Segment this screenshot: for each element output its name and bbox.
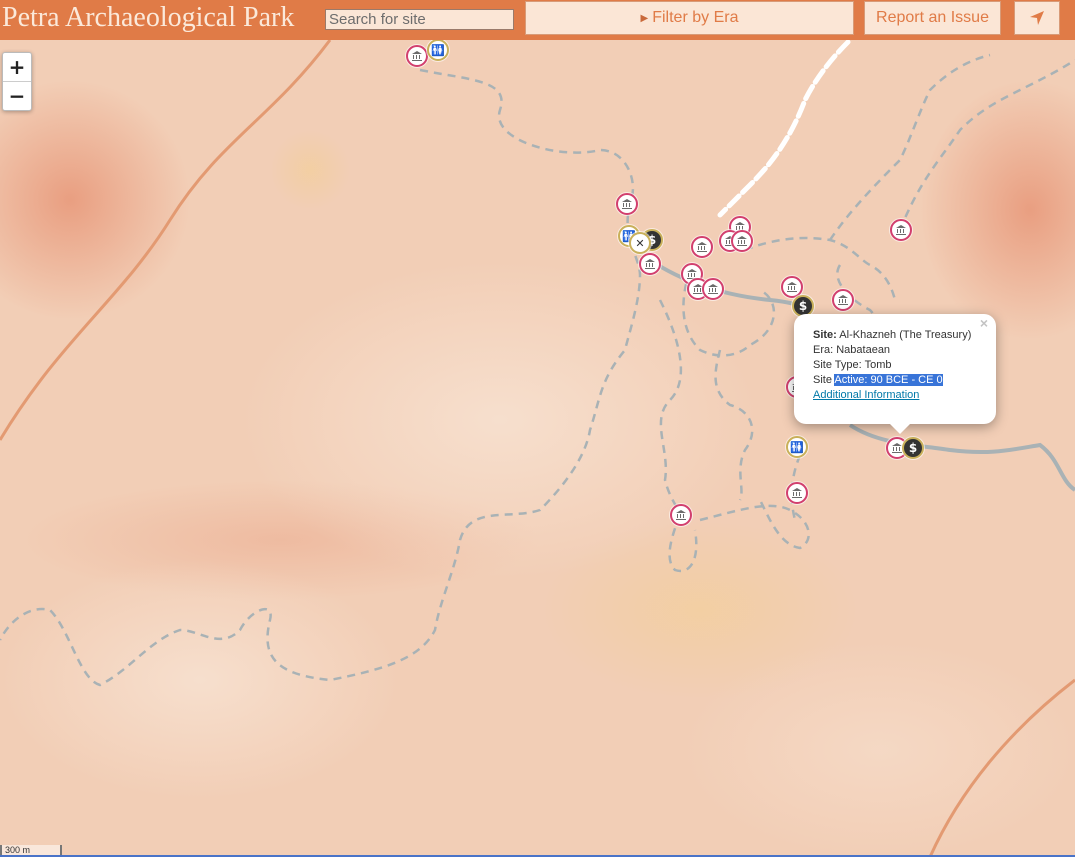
zoom-out-button[interactable]: − (3, 81, 31, 110)
money-icon[interactable]: $ (902, 437, 924, 459)
additional-information-link[interactable]: Additional Information (813, 389, 919, 401)
restroom-icon[interactable]: 🚻 (427, 40, 449, 61)
site-marker-museum-icon[interactable] (670, 504, 692, 526)
site-marker-museum-icon[interactable] (832, 289, 854, 311)
restroom-icon[interactable]: 🚻 (786, 436, 808, 458)
popup-site-line: Site: Al-Khazneh (The Treasury) (813, 328, 986, 343)
site-marker-museum-icon[interactable] (702, 278, 724, 300)
report-issue-label: Report an Issue (876, 9, 989, 26)
popup-active-line: Site Active: 90 BCE - CE 0 (813, 373, 986, 388)
site-marker-museum-icon[interactable] (786, 482, 808, 504)
popup-close-icon[interactable]: × (980, 316, 988, 331)
zoom-control: + − (2, 52, 32, 111)
site-marker-museum-icon[interactable] (731, 230, 753, 252)
caret-right-icon: ▶ (640, 12, 649, 24)
restaurant-icon[interactable]: ✕ (629, 232, 651, 254)
location-arrow-icon (1030, 11, 1044, 25)
header-bar: Petra Archaeological Park ▶ Filter by Er… (0, 0, 1075, 40)
popup-active-prefix: Site (813, 374, 835, 386)
site-marker-museum-icon[interactable] (406, 45, 428, 67)
zoom-in-button[interactable]: + (3, 53, 31, 81)
popup-site-value: Al-Khazneh (The Treasury) (839, 329, 972, 341)
popup-era-line: Era: Nabataean (813, 344, 891, 356)
locate-button[interactable] (1014, 1, 1060, 35)
map-canvas[interactable]: 🚻 🚻 $ ✕ $ 🚻 $ + − × Site: Al-Khazneh (Th… (0, 40, 1075, 857)
popup-site-label: Site: (813, 329, 837, 341)
app-title: Petra Archaeological Park (2, 2, 295, 33)
popup-type-line: Site Type: Tomb (813, 359, 892, 371)
report-issue-button[interactable]: Report an Issue (864, 1, 1001, 35)
site-popup: × Site: Al-Khazneh (The Treasury) Era: N… (794, 314, 996, 434)
site-marker-museum-icon[interactable] (639, 253, 661, 275)
filter-by-era-button[interactable]: ▶ Filter by Era (525, 1, 854, 35)
site-marker-museum-icon[interactable] (691, 236, 713, 258)
site-marker-museum-icon[interactable] (616, 193, 638, 215)
search-input[interactable] (325, 9, 514, 30)
popup-active-selected: Active: 90 BCE - CE 0 (834, 374, 943, 386)
site-marker-museum-icon[interactable] (890, 219, 912, 241)
filter-by-era-label: Filter by Era (652, 9, 739, 26)
